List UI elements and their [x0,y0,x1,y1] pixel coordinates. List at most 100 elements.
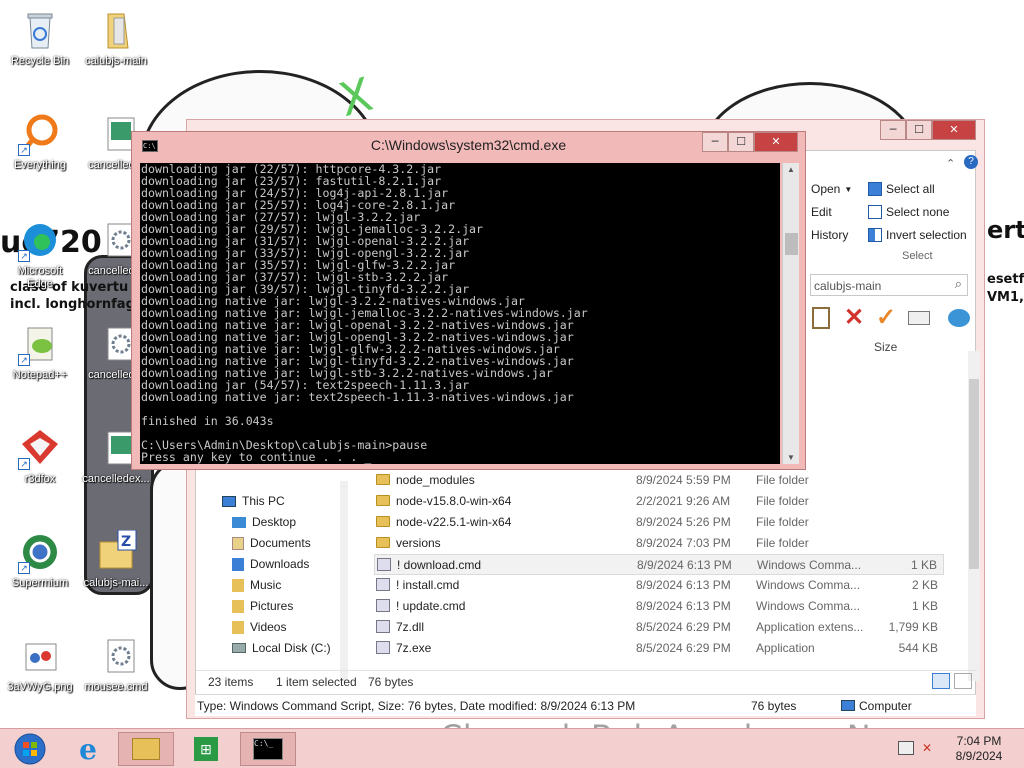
computer-icon [222,495,236,507]
edit-button[interactable]: Edit [811,205,832,219]
file-row[interactable]: versions 8/9/2024 7:03 PM File folder [374,533,944,554]
preview-pane-icon[interactable] [948,309,970,327]
folder-icon [376,537,390,548]
details-view-icon[interactable] [932,673,950,689]
network-icon[interactable] [898,741,914,755]
file-row[interactable]: ! install.cmd 8/9/2024 6:13 PM Windows C… [374,575,944,596]
videos-icon [232,620,244,634]
select-none-button[interactable]: Select none [868,205,949,219]
wallpaper-text: incl. longhornfag [10,297,135,312]
desktop-icon-microsoft-edge[interactable]: ↗ Microsoft Edge [4,218,76,291]
desktop-icon-calubjs-zip[interactable]: Z calubjs-mai... [80,529,152,590]
rename-check-icon[interactable]: ✓ [876,303,896,332]
file-row-selected[interactable]: ! download.cmd 8/9/2024 6:13 PM Windows … [374,554,944,575]
exe-file-icon [376,641,390,654]
help-icon[interactable]: ? [964,155,978,169]
select-all-icon [868,182,882,196]
r3dfox-icon: ↗ [18,426,62,470]
explorer-window-controls: ─ ☐ ✕ [880,120,976,140]
file-row[interactable]: node_modules 8/9/2024 5:59 PM File folde… [374,470,944,491]
file-row[interactable]: 7z.exe 8/5/2024 6:29 PM Application 544 … [374,638,944,659]
close-button[interactable]: ✕ [754,132,798,152]
cmd-console[interactable]: downloading jar (22/57): httpcore-4.3.2.… [140,163,780,464]
cmd-script-icon [377,558,391,571]
file-row[interactable]: node-v22.5.1-win-x64 8/9/2024 5:26 PM Fi… [374,512,944,533]
large-icons-view-icon[interactable] [954,673,972,689]
search-box[interactable]: calubjs-main ⌕ [810,274,968,296]
file-list-scrollbar[interactable] [968,351,980,681]
clock-time: 7:04 PM [956,734,1002,748]
desktop-icon-supermium[interactable]: ↗ Supermium [4,530,76,590]
file-row[interactable]: node-v15.8.0-win-x64 2/2/2021 9:26 AM Fi… [374,491,944,512]
nav-this-pc[interactable]: This PC [222,494,285,508]
cmd-output-line: downloading native jar: text2speech-1.11… [141,390,574,404]
wallpaper-text: esetfc [987,272,1024,287]
desktop-icon-everything[interactable]: ↗ Everything [4,112,76,172]
volume-icon[interactable]: ✕ [922,741,932,755]
status-selected-size: 76 bytes [368,675,414,689]
nav-music[interactable]: Music [232,578,281,592]
ribbon-group-select-label: Select [902,250,933,262]
select-none-icon [868,205,882,219]
close-button[interactable]: ✕ [932,120,976,140]
search-input[interactable]: calubjs-main [814,279,881,293]
minimize-button[interactable]: ─ [880,120,906,140]
desktop-icon-calubjs-main[interactable]: calubjs-main [80,8,152,68]
taskbar-internet-explorer[interactable]: e [60,732,116,766]
scroll-down-arrow-icon[interactable]: ▼ [787,453,795,462]
scrollbar-thumb[interactable] [969,379,979,569]
cmd-scrollbar[interactable]: ▲ ▼ [782,163,799,464]
select-all-button[interactable]: Select all [868,182,935,196]
cmd-app-icon: C:\_ [253,738,283,760]
maximize-button[interactable]: ☐ [906,120,932,140]
shortcut-arrow-icon: ↗ [18,144,30,156]
cmd-output: downloading jar (22/57): httpcore-4.3.2.… [140,163,780,463]
desktop-icon-mousee-cmd[interactable]: mousee.cmd [80,634,152,694]
start-button[interactable] [2,732,58,766]
invert-selection-button[interactable]: Invert selection [868,228,967,242]
taskbar-store[interactable]: ⊞ [178,732,234,766]
notepadpp-icon: ↗ [18,322,62,366]
history-button[interactable]: History [811,228,848,242]
open-button[interactable]: Open ▼ [811,182,852,196]
dll-file-icon [376,620,390,633]
clipboard-icon[interactable] [812,307,830,329]
details-size: 76 bytes [751,699,797,713]
shortcut-arrow-icon: ↗ [18,250,30,262]
dropdown-arrow-icon: ▼ [844,184,853,194]
nav-desktop[interactable]: Desktop [232,515,296,529]
column-header-size[interactable]: Size [874,340,897,354]
file-row[interactable]: ! update.cmd 8/9/2024 6:13 PM Windows Co… [374,596,944,617]
taskbar-file-explorer[interactable] [118,732,174,766]
desktop-icon-r3dfox[interactable]: ↗ r3dfox [4,426,76,486]
taskbar-cmd[interactable]: C:\_ [240,732,296,766]
desktop-icon-png[interactable]: 3aVWyG.png [4,634,76,694]
nav-local-disk[interactable]: Local Disk (C:) [232,641,331,655]
nav-scrollbar[interactable] [340,481,348,681]
desktop-icon-notepadpp[interactable]: ↗ Notepad++ [4,322,76,382]
delete-icon[interactable]: ✕ [844,303,864,332]
minimize-button[interactable]: ─ [702,132,728,152]
properties-icon[interactable] [908,311,930,325]
maximize-button[interactable]: ☐ [728,132,754,152]
cmd-script-icon [376,599,390,612]
file-row[interactable]: 7z.dll 8/5/2024 6:29 PM Application exte… [374,617,944,638]
scroll-up-arrow-icon[interactable]: ▲ [787,165,795,174]
nav-downloads[interactable]: Downloads [232,557,309,571]
shortcut-arrow-icon: ↗ [18,458,30,470]
computer-icon [841,700,855,711]
clock[interactable]: 7:04 PM 8/9/2024 [948,734,1010,764]
settings-file-icon [94,634,138,678]
cmd-window[interactable]: C:\ C:\Windows\system32\cmd.exe ─ ☐ ✕ do… [131,131,806,470]
disk-icon [232,643,246,653]
collapse-ribbon-icon[interactable]: ⌃ [946,157,955,170]
details-bar: Type: Windows Command Script, Size: 76 b… [195,694,976,716]
folder-icon [376,516,390,527]
nav-videos[interactable]: Videos [232,620,286,634]
nav-documents[interactable]: Documents [232,536,311,550]
desktop-icon-recycle-bin[interactable]: Recycle Bin [4,8,76,68]
nav-pictures[interactable]: Pictures [232,599,293,613]
cmd-window-controls: ─ ☐ ✕ [702,132,798,152]
scrollbar-thumb[interactable] [785,233,798,255]
store-icon: ⊞ [194,737,218,761]
